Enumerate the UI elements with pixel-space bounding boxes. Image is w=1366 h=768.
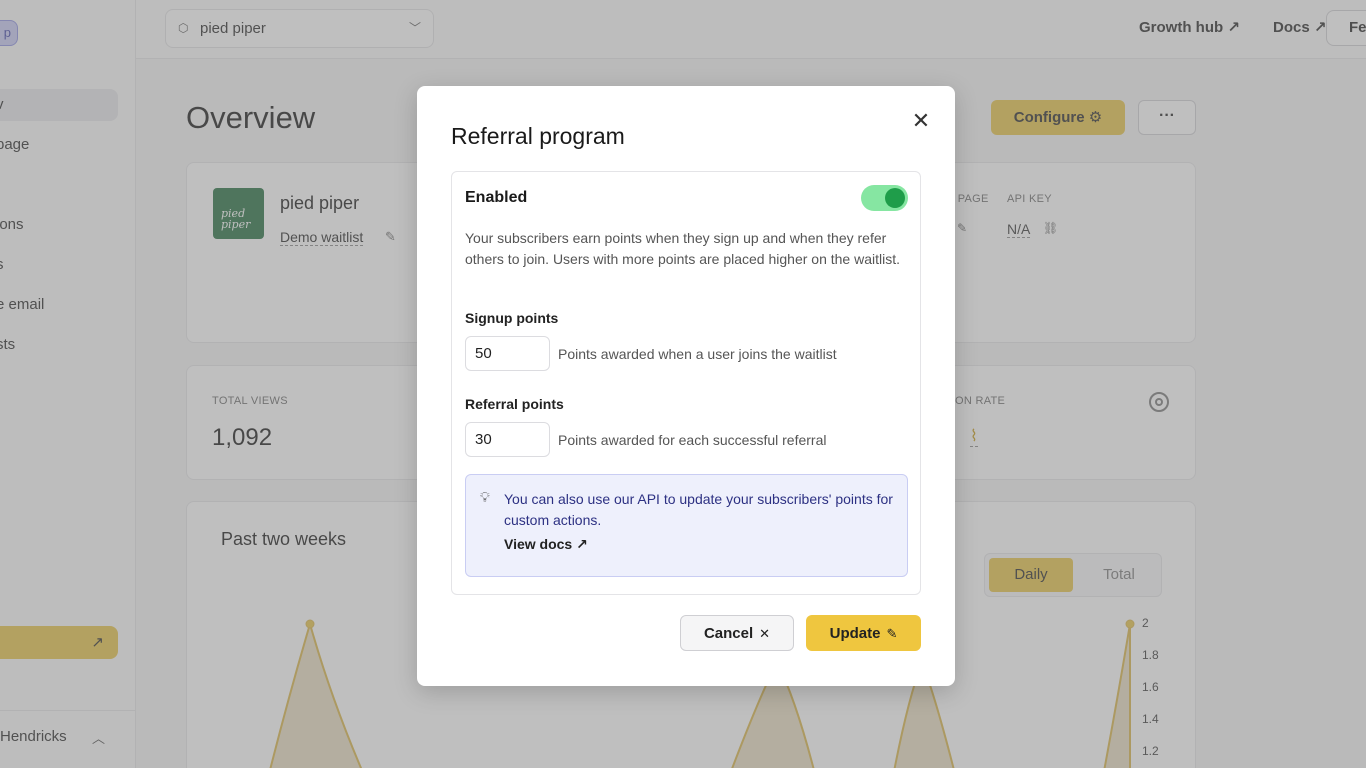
enabled-label: Enabled [465, 189, 528, 206]
lightbulb-icon: 💡︎ [480, 489, 490, 505]
signup-points-label: Signup points [465, 310, 559, 326]
modal-title: Referral program [451, 123, 625, 149]
update-button[interactable]: Update ✎ [806, 615, 921, 651]
signup-points-input[interactable] [465, 336, 550, 371]
toggle-knob [885, 188, 905, 208]
view-docs-link[interactable]: View docs ↗ [504, 536, 588, 553]
cancel-button-label: Cancel [703, 624, 754, 642]
edit-icon: ✎ [886, 625, 898, 641]
close-icon: ✕ [759, 625, 771, 641]
enabled-toggle[interactable] [861, 185, 908, 211]
cancel-button[interactable]: Cancel ✕ [680, 615, 794, 651]
api-tip-callout: 💡︎ You can also use our API to update yo… [465, 474, 908, 577]
referral-points-help: Points awarded for each successful refer… [558, 432, 827, 448]
referral-points-label: Referral points [465, 396, 564, 412]
api-tip-text: You can also use our API to update your … [504, 491, 893, 528]
referral-program-modal: Referral program ✕ Enabled Your subscrib… [417, 86, 955, 686]
referral-settings-panel: Enabled Your subscribers earn points whe… [451, 171, 921, 595]
signup-points-help: Points awarded when a user joins the wai… [558, 346, 837, 362]
close-icon[interactable]: ✕ [907, 108, 935, 136]
referral-description: Your subscribers earn points when they s… [465, 230, 900, 267]
referral-points-input[interactable] [465, 422, 550, 457]
update-button-label: Update [829, 624, 881, 642]
